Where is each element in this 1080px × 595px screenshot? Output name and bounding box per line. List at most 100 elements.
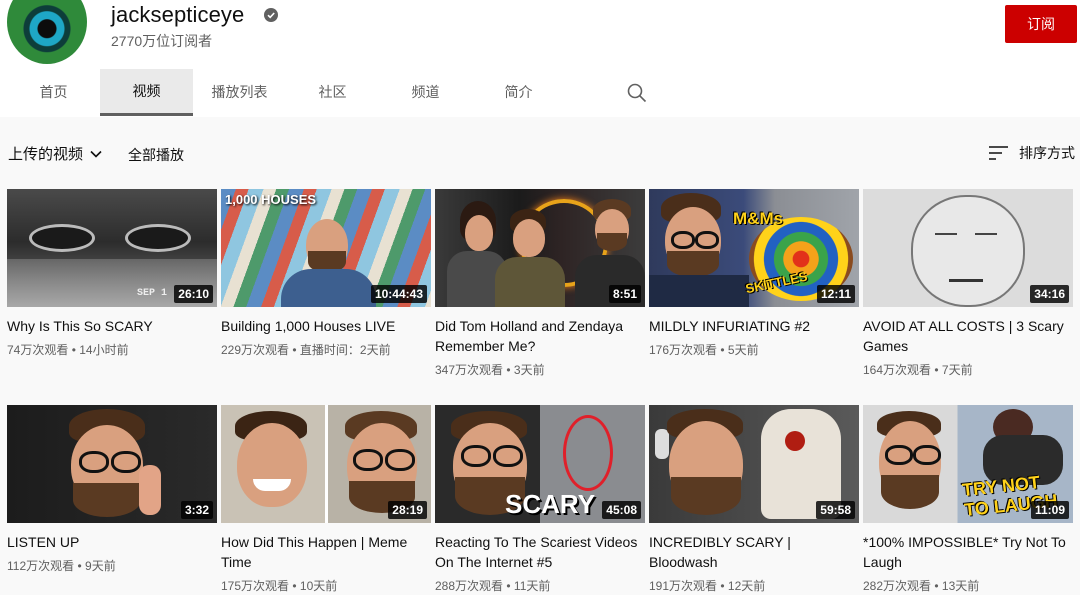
upload-age: 5天前 [727,343,759,357]
meta-separator: • [289,579,300,593]
upload-age: 3天前 [513,363,545,377]
video-title[interactable]: MILDLY INFURIATING #2 [649,316,854,336]
uploads-label: 上传的视频 [8,146,84,163]
video-meta: 282万次观看 • 13天前 [863,577,1073,594]
tab-channels[interactable]: 频道 [379,69,472,115]
video-meta: 288万次观看 • 11天前 [435,577,645,594]
video-duration: 26:10 [174,285,213,303]
thumbnail-overlay-text: 1,000 HOUSES [225,192,317,207]
video-meta: 176万次观看 • 5天前 [649,341,859,358]
view-count: 112万次观看 [7,559,75,573]
video-title[interactable]: Did Tom Holland and Zendaya Remember Me? [435,316,640,356]
video-thumbnail[interactable]: 1,000 HOUSES 10:44:43 [221,189,431,307]
video-thumbnail[interactable]: SCARY 45:08 [435,405,645,523]
video-meta: 175万次观看 • 10天前 [221,577,431,594]
video-title[interactable]: AVOID AT ALL COSTS | 3 Scary Games [863,316,1068,356]
sort-icon [989,146,1008,160]
thumbnail-overlay-text: SEP 1 [137,288,168,299]
video-duration: 11:09 [1030,501,1069,519]
subscriber-count: 2770万位订阅者 [111,33,213,49]
upload-age: 11天前 [513,579,551,593]
chevron-down-icon [90,150,102,158]
meta-separator: • [74,559,86,573]
channel-tabs: 首页 视频 播放列表 社区 频道 简介 [7,69,565,116]
video-meta: 347万次观看 • 3天前 [435,361,645,378]
video-thumbnail[interactable]: SEP 1 26:10 [7,189,217,307]
meta-separator: • [289,343,300,357]
verified-check-icon [264,8,278,22]
search-icon[interactable] [626,82,648,104]
meta-separator: • [717,343,728,357]
video-meta: 112万次观看 • 9天前 [7,557,217,574]
meta-separator: • [68,343,80,357]
video-meta: 74万次观看 • 14小时前 [7,341,217,358]
upload-age: 9天前 [85,559,116,573]
upload-age: 14小时前 [79,343,129,357]
tab-about[interactable]: 简介 [472,69,565,115]
thumbnail-overlay-text: M&Ms [733,209,784,228]
video-card[interactable]: 1,000 HOUSES 10:44:43 Building 1,000 Hou… [221,189,431,358]
video-title[interactable]: Why Is This So SCARY [7,316,212,336]
view-count: 229万次观看 [221,343,290,357]
video-duration: 12:11 [816,285,855,303]
video-thumbnail[interactable]: 59:58 [649,405,859,523]
video-meta: 229万次观看 • 直播时间：2天前 [221,341,431,358]
tab-videos[interactable]: 视频 [100,69,193,116]
meta-separator: • [503,579,514,593]
subscribe-button[interactable]: 订阅 [1005,5,1077,43]
video-duration: 34:16 [1030,285,1069,303]
video-thumbnail[interactable]: 34:16 [863,189,1073,307]
view-count: 74万次观看 [7,343,69,357]
tab-community[interactable]: 社区 [286,69,379,115]
video-title[interactable]: Building 1,000 Houses LIVE [221,316,426,336]
video-card[interactable]: 3:32 LISTEN UP 112万次观看 • 9天前 [7,405,217,574]
video-thumbnail[interactable]: M&Ms SKITTLES 12:11 [649,189,859,307]
video-card[interactable]: 59:58 INCREDIBLY SCARY | Bloodwash 191万次… [649,405,859,594]
view-count: 176万次观看 [649,343,718,357]
video-card[interactable]: SEP 1 26:10 Why Is This So SCARY 74万次观看 … [7,189,217,358]
video-duration: 8:51 [608,285,641,303]
meta-separator: • [931,363,942,377]
view-count: 164万次观看 [863,363,932,377]
meta-separator: • [717,579,728,593]
view-count: 175万次观看 [221,579,290,593]
sort-button[interactable]: 排序方式 [989,143,1075,163]
video-thumbnail[interactable]: 3:32 [7,405,217,523]
channel-name[interactable]: jacksepticeye [111,2,244,28]
play-all-button[interactable]: 全部播放 [128,145,184,165]
view-count: 288万次观看 [435,579,504,593]
upload-age: 13天前 [941,579,980,593]
video-title[interactable]: LISTEN UP [7,532,212,552]
video-title[interactable]: How Did This Happen | Meme Time [221,532,426,572]
video-duration: 10:44:43 [370,285,427,303]
video-card[interactable]: TRY NOT TO LAUGH 11:09 *100% IMPOSSIBLE*… [863,405,1073,594]
video-meta: 191万次观看 • 12天前 [649,577,859,594]
video-card[interactable]: M&Ms SKITTLES 12:11 MILDLY INFURIATING #… [649,189,859,358]
thumbnail-overlay-text: SCARY [505,489,596,519]
video-meta: 164万次观看 • 7天前 [863,361,1073,378]
video-title[interactable]: Reacting To The Scariest Videos On The I… [435,532,640,572]
video-title[interactable]: *100% IMPOSSIBLE* Try Not To Laugh [863,532,1068,572]
upload-age: 7天前 [941,363,973,377]
video-duration: 28:19 [388,501,427,519]
uploads-dropdown[interactable]: 上传的视频 [8,143,103,164]
video-card[interactable]: SCARY 45:08 Reacting To The Scariest Vid… [435,405,645,594]
upload-age: 12天前 [727,579,766,593]
tab-playlists[interactable]: 播放列表 [193,69,286,115]
video-title[interactable]: INCREDIBLY SCARY | Bloodwash [649,532,854,572]
video-thumbnail[interactable]: 28:19 [221,405,431,523]
tab-home[interactable]: 首页 [7,69,100,115]
sort-label: 排序方式 [1019,145,1075,161]
video-card[interactable]: 34:16 AVOID AT ALL COSTS | 3 Scary Games… [863,189,1073,378]
channel-avatar[interactable] [7,0,87,64]
meta-separator: • [503,363,514,377]
video-thumbnail[interactable]: 8:51 [435,189,645,307]
upload-age: 10天前 [299,579,338,593]
video-thumbnail[interactable]: TRY NOT TO LAUGH 11:09 [863,405,1073,523]
view-count: 191万次观看 [649,579,718,593]
video-card[interactable]: 28:19 How Did This Happen | Meme Time 17… [221,405,431,594]
video-card[interactable]: 8:51 Did Tom Holland and Zendaya Remembe… [435,189,645,378]
video-duration: 45:08 [602,501,641,519]
upload-age: 直播时间：2天前 [299,343,391,357]
video-duration: 3:32 [180,501,213,519]
